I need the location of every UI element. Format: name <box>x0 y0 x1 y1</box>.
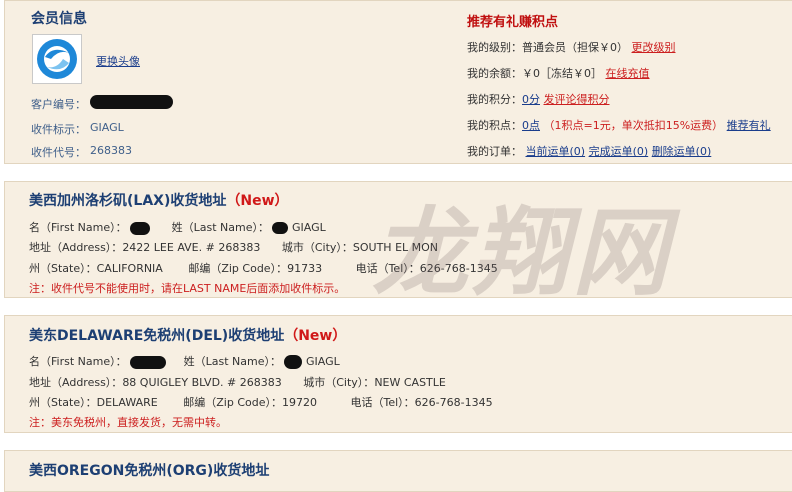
del-zip-label: 邮编（Zip Code）： <box>183 396 282 409</box>
del-note: 注：美东免税州，直接发货，无需中转。 <box>29 416 227 429</box>
lax-last-name-label: 姓（Last Name）： <box>171 221 269 234</box>
points-label: 我的积点： <box>467 119 522 132</box>
level-label: 我的级别： <box>467 41 522 54</box>
lax-note: 注：收件代号不能使用时，请在LAST NAME后面添加收件标示。 <box>29 282 346 295</box>
lax-name-row: 名（First Name）： 姓（Last Name）： GIAGL <box>29 219 326 235</box>
recipient-code-label: 收件代号： <box>31 146 86 159</box>
lax-address-title: 美西加州洛杉矶(LAX)收货地址（New） <box>29 190 289 210</box>
referral-link[interactable]: 推荐有礼 <box>727 119 771 132</box>
change-avatar-link[interactable]: 更换头像 <box>96 53 140 69</box>
lax-title-text: 美西加州洛杉矶(LAX)收货地址 <box>29 193 227 209</box>
del-last-name-label: 姓（Last Name）： <box>183 355 281 368</box>
del-last-name-redacted <box>284 355 303 369</box>
customer-no-redacted <box>90 95 173 109</box>
lax-zip-label: 邮编（Zip Code）： <box>188 262 288 275</box>
orders-label: 我的订单： <box>467 145 522 158</box>
del-address-title: 美东DELAWARE免税州(DEL)收货地址（New） <box>29 325 346 345</box>
current-orders-link[interactable]: 当前运单(0) <box>526 145 586 158</box>
lax-city-label: 城市（City）： <box>281 241 353 254</box>
lax-first-name-redacted <box>130 221 151 235</box>
del-state-row: 州（State）：DELAWARE 邮编（Zip Code）：19720 电话（… <box>29 394 493 410</box>
points-note: （1积点=1元，单次抵扣15%运费） <box>543 119 724 132</box>
del-name-row: 名（First Name）： 姓（Last Name）： GIAGL <box>29 353 340 369</box>
customer-no-label: 客户编号： <box>31 98 86 111</box>
points-value-link[interactable]: 0点 <box>522 119 540 132</box>
org-address-title: 美西OREGON免税州(ORG)收货地址 <box>29 463 270 479</box>
change-level-link[interactable]: 更改级别 <box>632 41 676 54</box>
lax-address-label: 地址（Address）： <box>29 241 123 254</box>
recipient-code-value: 268383 <box>90 144 132 157</box>
level-value: 普通会员（担保￥0） <box>522 41 628 54</box>
lax-last-name-redacted <box>272 222 289 234</box>
lax-state-value: CALIFORNIA <box>96 262 163 275</box>
lax-zip-value: 91733 <box>287 262 323 275</box>
lax-city-value: SOUTH EL MON <box>352 241 439 254</box>
del-city-value: NEW CASTLE <box>374 376 446 389</box>
del-city-label: 城市（City）： <box>303 376 375 389</box>
lax-first-name-label: 名（First Name）： <box>29 221 127 234</box>
deleted-orders-link[interactable]: 删除运单(0) <box>652 145 712 158</box>
del-first-name-redacted <box>130 355 167 369</box>
score-label: 我的积分： <box>467 93 522 106</box>
org-address-panel: 美西OREGON免税州(ORG)收货地址 <box>4 450 792 492</box>
lax-last-name-value: GIAGL <box>291 221 326 234</box>
lax-new-badge: （New） <box>226 193 289 209</box>
lax-tel-value: 626-768-1345 <box>419 262 498 275</box>
del-last-name-value: GIAGL <box>305 355 340 368</box>
referral-promo-link[interactable]: 推荐有礼赚积点 <box>467 11 558 30</box>
recipient-mark-label: 收件标示： <box>31 123 86 136</box>
completed-orders-link[interactable]: 完成运单(0) <box>589 145 649 158</box>
del-state-label: 州（State）： <box>29 396 97 409</box>
lax-state-label: 州（State）： <box>29 262 97 275</box>
del-new-badge: （New） <box>284 328 347 344</box>
lax-tel-label: 电话（Tel）： <box>355 262 420 275</box>
member-info-panel: 会员信息 更换头像 客户编号： 收件标示： GIAGL 收件代号： 268383… <box>4 0 792 164</box>
balance-row: 我的余额：￥0［冻结￥0］ 在线充值 <box>467 65 650 81</box>
del-zip-value: 19720 <box>281 396 317 409</box>
del-tel-value: 626-768-1345 <box>414 396 493 409</box>
lax-state-row: 州（State）：CALIFORNIA 邮编（Zip Code）：91733 电… <box>29 260 498 276</box>
lax-address-panel: 美西加州洛杉矶(LAX)收货地址（New） 名（First Name）： 姓（L… <box>4 181 792 298</box>
level-row: 我的级别：普通会员（担保￥0） 更改级别 <box>467 39 676 55</box>
balance-value: ￥0［冻结￥0］ <box>522 67 602 80</box>
score-value-link[interactable]: 0分 <box>522 93 540 106</box>
avatar <box>32 34 82 84</box>
lax-address-value: 2422 LEE AVE. # 268383 <box>122 241 261 254</box>
recipient-mark-value: GIAGL <box>90 121 124 134</box>
orders-row: 我的订单： 当前运单(0) 完成运单(0) 删除运单(0) <box>467 143 711 159</box>
lax-address-row: 地址（Address）：2422 LEE AVE. # 268383 城市（Ci… <box>29 239 438 255</box>
del-first-name-label: 名（First Name）： <box>29 355 127 368</box>
del-address-row: 地址（Address）：88 QUIGLEY BLVD. # 268383 城市… <box>29 374 446 390</box>
del-address-label: 地址（Address）： <box>29 376 123 389</box>
points-row: 我的积点：0点 （1积点=1元，单次抵扣15%运费） 推荐有礼 <box>467 117 771 133</box>
del-tel-label: 电话（Tel）： <box>350 396 415 409</box>
score-row: 我的积分：0分 发评论得积分 <box>467 91 610 107</box>
recharge-link[interactable]: 在线充值 <box>606 67 650 80</box>
member-info-title: 会员信息 <box>31 11 87 27</box>
del-address-value: 88 QUIGLEY BLVD. # 268383 <box>122 376 282 389</box>
comment-score-link[interactable]: 发评论得积分 <box>544 93 610 106</box>
balance-label: 我的余额： <box>467 67 522 80</box>
avatar-logo-icon <box>37 39 77 79</box>
del-title-text: 美东DELAWARE免税州(DEL)收货地址 <box>29 328 285 344</box>
del-address-panel: 美东DELAWARE免税州(DEL)收货地址（New） 名（First Name… <box>4 315 792 433</box>
del-state-value: DELAWARE <box>96 396 158 409</box>
